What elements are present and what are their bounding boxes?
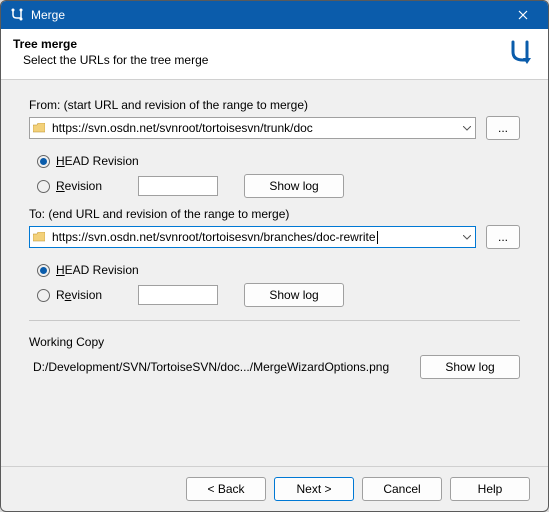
from-url-dropdown[interactable] — [459, 118, 475, 138]
wizard-subtitle: Select the URLs for the tree merge — [23, 53, 504, 67]
from-showlog-button[interactable]: Show log — [244, 174, 344, 198]
to-head-label: HEAD Revision — [56, 263, 139, 277]
from-url-row: https://svn.osdn.net/svnroot/tortoisesvn… — [29, 116, 520, 140]
wizard-header-text: Tree merge Select the URLs for the tree … — [13, 37, 504, 67]
to-url-text: https://svn.osdn.net/svnroot/tortoisesvn… — [48, 230, 459, 244]
wizard-footer: < Back Next > Cancel Help — [1, 466, 548, 511]
from-head-radio-row[interactable]: HEAD Revision — [37, 150, 520, 172]
from-url-text: https://svn.osdn.net/svnroot/tortoisesvn… — [48, 121, 459, 135]
help-button[interactable]: Help — [450, 477, 530, 501]
wc-row: D:/Development/SVN/TortoiseSVN/doc.../Me… — [29, 355, 520, 379]
chevron-down-icon — [463, 126, 471, 131]
to-head-radio[interactable] — [37, 264, 50, 277]
from-rev-radio-row[interactable]: Revision Show log — [37, 175, 520, 197]
from-rev-radio[interactable] — [37, 180, 50, 193]
window-title: Merge — [31, 8, 506, 22]
to-label: To: (end URL and revision of the range t… — [29, 207, 520, 221]
back-button[interactable]: < Back — [186, 477, 266, 501]
next-button[interactable]: Next > — [274, 477, 354, 501]
from-url-combo[interactable]: https://svn.osdn.net/svnroot/tortoisesvn… — [29, 117, 476, 139]
titlebar: Merge — [1, 1, 548, 29]
cancel-button[interactable]: Cancel — [362, 477, 442, 501]
to-rev-radio-row[interactable]: Revision Show log — [37, 284, 520, 306]
to-head-radio-row[interactable]: HEAD Revision — [37, 259, 520, 281]
to-url-row: https://svn.osdn.net/svnroot/tortoisesvn… — [29, 225, 520, 249]
from-head-label: HEAD Revision — [56, 154, 139, 168]
from-rev-input[interactable] — [138, 176, 218, 196]
to-showlog-button[interactable]: Show log — [244, 283, 344, 307]
to-rev-radio[interactable] — [37, 289, 50, 302]
app-icon — [9, 7, 25, 23]
to-url-dropdown[interactable] — [459, 227, 475, 247]
from-browse-button[interactable]: ... — [486, 116, 520, 140]
wc-label: Working Copy — [29, 335, 520, 349]
merge-icon — [504, 37, 536, 69]
from-head-radio[interactable] — [37, 155, 50, 168]
wc-showlog-button[interactable]: Show log — [420, 355, 520, 379]
wizard-header: Tree merge Select the URLs for the tree … — [1, 29, 548, 80]
to-browse-button[interactable]: ... — [486, 225, 520, 249]
folder-icon — [30, 123, 48, 133]
close-icon — [518, 10, 528, 20]
from-label: From: (start URL and revision of the ran… — [29, 98, 520, 112]
wizard-title: Tree merge — [13, 37, 504, 51]
chevron-down-icon — [463, 235, 471, 240]
merge-wizard-window: Merge Tree merge Select the URLs for the… — [0, 0, 549, 512]
to-url-combo[interactable]: https://svn.osdn.net/svnroot/tortoisesvn… — [29, 226, 476, 248]
to-rev-label: Revision — [56, 288, 102, 302]
from-rev-label: Revision — [56, 179, 102, 193]
folder-icon — [30, 232, 48, 242]
wc-path: D:/Development/SVN/TortoiseSVN/doc.../Me… — [29, 360, 420, 374]
close-button[interactable] — [506, 3, 540, 27]
divider — [29, 320, 520, 321]
to-rev-input[interactable] — [138, 285, 218, 305]
content: From: (start URL and revision of the ran… — [1, 80, 548, 466]
